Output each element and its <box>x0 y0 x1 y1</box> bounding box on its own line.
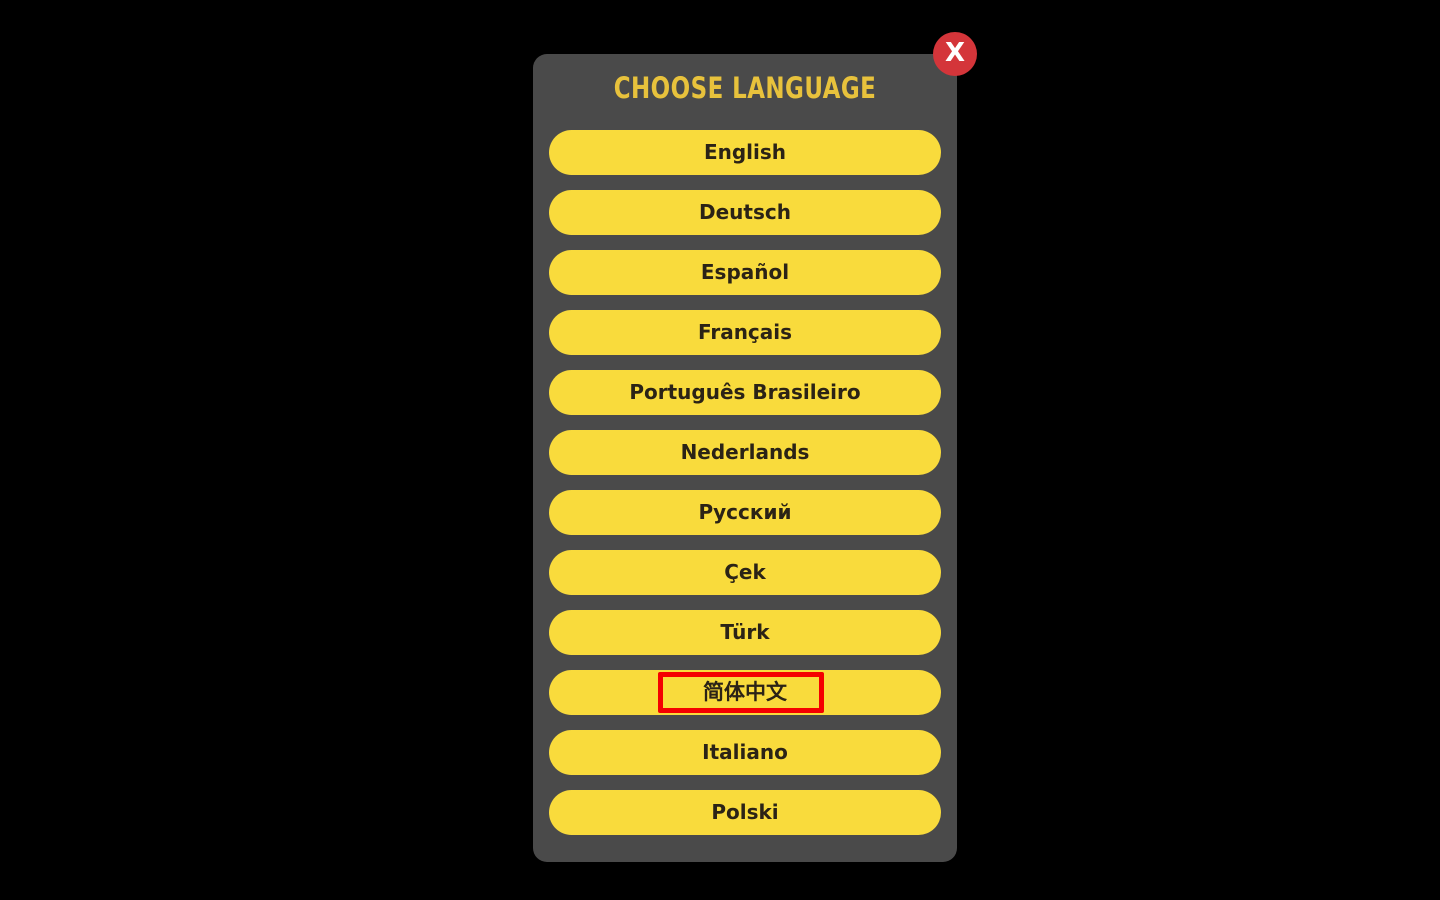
language-option-label: Nederlands <box>680 440 810 464</box>
language-option-label: Türk <box>720 620 770 644</box>
language-option-label: Deutsch <box>699 200 791 224</box>
close-icon: X <box>944 38 966 68</box>
page-title: CHOOSE LANGUAGE <box>613 71 877 105</box>
language-option-label: Français <box>697 320 793 344</box>
language-option-4[interactable]: Português Brasileiro <box>549 370 941 415</box>
language-option-11[interactable]: Polski <box>549 790 941 835</box>
language-option-label: Español <box>700 260 790 284</box>
language-option-label: Italiano <box>702 740 788 764</box>
app-screen: CHOOSE LANGUAGE English Deutsch Español Fra… <box>0 0 1440 900</box>
language-option-6[interactable]: Русский <box>549 490 941 535</box>
language-option-9[interactable]: 简体中文 <box>549 670 941 715</box>
close-button[interactable]: X <box>933 32 977 76</box>
language-list: English Deutsch Español Français Português B… <box>549 130 941 850</box>
language-option-2[interactable]: Español <box>549 250 941 295</box>
language-option-label: Português Brasileiro <box>629 380 861 404</box>
language-option-label: Polski <box>711 800 779 824</box>
language-option-0[interactable]: English <box>549 130 941 175</box>
language-option-7[interactable]: Çek <box>549 550 941 595</box>
language-option-1[interactable]: Deutsch <box>549 190 941 235</box>
language-option-label: Русский <box>698 500 792 524</box>
language-option-label: Çek <box>724 560 766 584</box>
language-option-label: English <box>703 140 787 164</box>
choose-language-dialog: CHOOSE LANGUAGE English Deutsch Español Fra… <box>533 54 957 862</box>
language-option-label: 简体中文 <box>703 680 787 704</box>
language-option-3[interactable]: Français <box>549 310 941 355</box>
language-option-5[interactable]: Nederlands <box>549 430 941 475</box>
language-option-10[interactable]: Italiano <box>549 730 941 775</box>
language-option-8[interactable]: Türk <box>549 610 941 655</box>
